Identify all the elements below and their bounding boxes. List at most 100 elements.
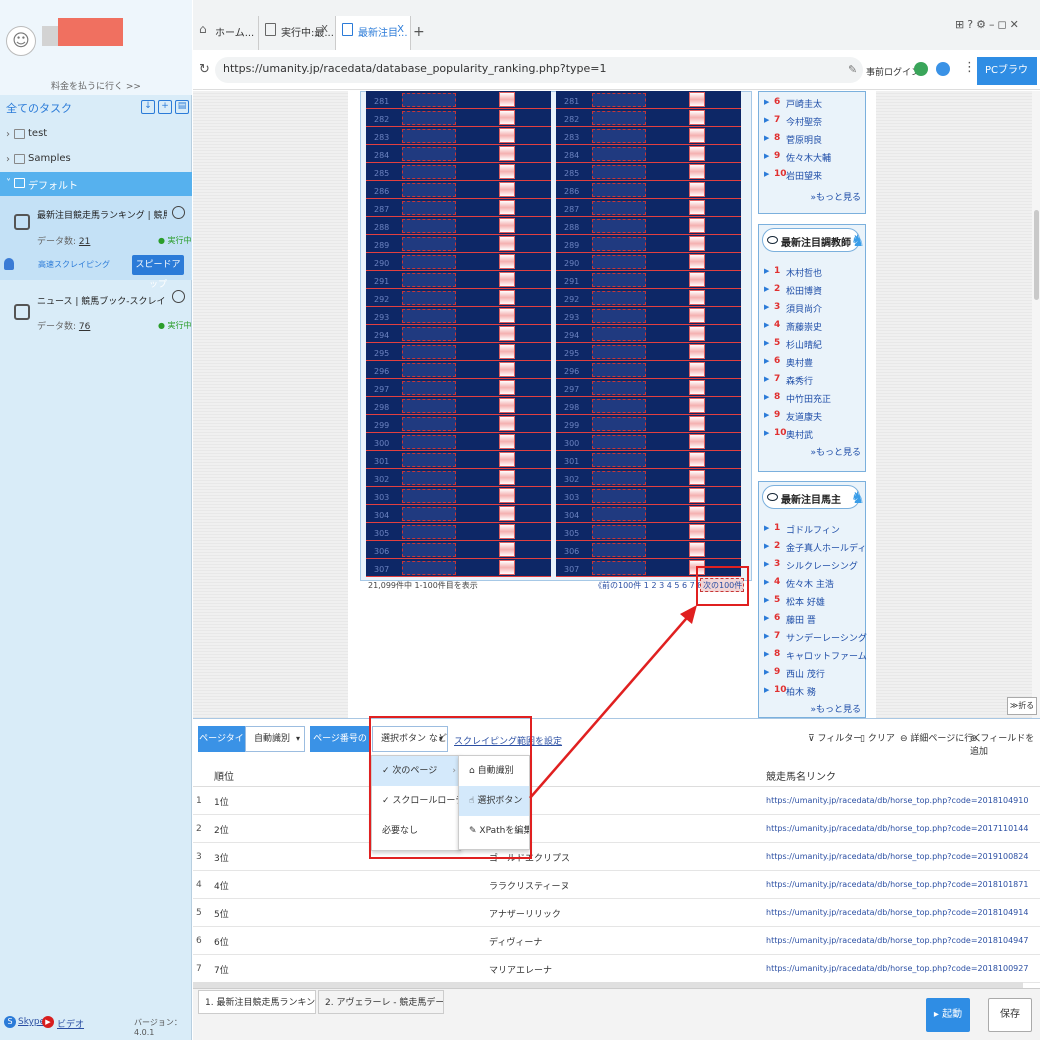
window-controls[interactable]: ⊞?⚙–◻✕	[955, 18, 1022, 31]
table-row[interactable]: 4 4位 ララクリスティーヌ https://umanity.jp/racedata/…	[193, 871, 1040, 899]
horse-name-link[interactable]	[402, 525, 456, 539]
horse-name-link[interactable]	[402, 183, 456, 197]
ranking-list-item[interactable]: ▶ 10 奥村武	[759, 425, 867, 443]
horse-name-link[interactable]	[592, 471, 646, 485]
horse-name-link[interactable]	[402, 273, 456, 287]
more-link[interactable]: »もっと見る	[810, 190, 861, 203]
ranking-list-item[interactable]: ▶ 7 サンデーレーシング	[759, 628, 867, 646]
ranking-list-item[interactable]: ▶ 5 松本 好雄	[759, 592, 867, 610]
horse-name-link[interactable]	[402, 561, 456, 575]
skype-icon[interactable]: S	[4, 1016, 16, 1028]
more-icon[interactable]: ⋮	[963, 60, 976, 75]
clear-button[interactable]: ▯ クリア	[860, 731, 895, 744]
horse-name-link[interactable]	[592, 525, 646, 539]
horse-name-link[interactable]	[402, 309, 456, 323]
horse-name-link[interactable]	[402, 93, 456, 107]
tree-folder-samples[interactable]: › Samples	[0, 148, 192, 172]
table-row[interactable]: 22位ドhttps://umanity.jp/racedata/db/horse…	[193, 815, 1040, 843]
tab-running[interactable]: 実行中:最... X	[258, 16, 334, 50]
horse-name-link[interactable]	[592, 381, 646, 395]
close-icon[interactable]: X	[397, 24, 404, 35]
more-link[interactable]: »もっと見る	[810, 702, 861, 715]
tab-active[interactable]: 最新注目... X	[335, 16, 411, 50]
horse-name-link[interactable]	[592, 165, 646, 179]
task-tab-2[interactable]: 2. アヴェラーレ - 競走馬データTO... ⊗	[318, 990, 444, 1014]
page-scrollbar[interactable]	[1032, 91, 1040, 718]
horse-name-link[interactable]	[592, 561, 646, 575]
horse-name-link[interactable]	[402, 453, 456, 467]
table-row[interactable]: 1 1位 https://umanity.jp/racedata/db/horse_…	[193, 787, 1040, 815]
horse-name-link[interactable]	[402, 471, 456, 485]
horse-name-link[interactable]	[402, 435, 456, 449]
ranking-list-item[interactable]: ▶ 2 松田博資	[759, 281, 867, 299]
ranking-list-item[interactable]: ▶ 9 友道康夫	[759, 407, 867, 425]
scroll-thumb[interactable]	[1034, 210, 1039, 300]
ranking-list-item[interactable]: ▶ 5 杉山晴紀	[759, 335, 867, 353]
horse-name-link[interactable]	[402, 399, 456, 413]
horse-name-link[interactable]	[402, 219, 456, 233]
horse-name-link[interactable]	[402, 165, 456, 179]
horse-name-link[interactable]	[402, 507, 456, 521]
close-icon[interactable]: X	[321, 24, 328, 35]
stop-icon[interactable]	[172, 290, 185, 303]
horse-name-link[interactable]	[592, 489, 646, 503]
page-type-select[interactable]: 自動識別 ▾	[245, 726, 305, 752]
horse-name-link[interactable]	[592, 183, 646, 197]
column-header[interactable]: 順位	[214, 768, 234, 783]
horse-name-link[interactable]	[402, 237, 456, 251]
horse-name-link[interactable]	[402, 291, 456, 305]
start-button[interactable]: ▸ 起動	[926, 998, 970, 1032]
ranking-list-item[interactable]: ▶ 8 菅原明良	[759, 130, 867, 148]
horse-name-link[interactable]	[592, 93, 646, 107]
ranking-list-item[interactable]: ▶ 7 今村聖奈	[759, 112, 867, 130]
info-icon[interactable]	[936, 62, 950, 76]
horse-name-link[interactable]	[402, 381, 456, 395]
reload-icon[interactable]: ↻	[199, 62, 210, 77]
horse-name-link[interactable]	[592, 543, 646, 557]
horse-name-link[interactable]	[592, 255, 646, 269]
ranking-list-item[interactable]: ▶ 8 キャロットファーム	[759, 646, 867, 664]
horse-name-link[interactable]	[402, 201, 456, 215]
next-page-link[interactable]: 次の100件》	[700, 578, 744, 592]
new-tab-button[interactable]: +	[413, 24, 425, 40]
speed-up-button[interactable]: スピードアップ	[132, 255, 184, 290]
export-icon[interactable]: ▤	[175, 100, 189, 114]
status-icon[interactable]	[914, 62, 928, 76]
video-icon[interactable]: ▶	[42, 1016, 54, 1028]
horse-name-link[interactable]	[592, 453, 646, 467]
save-button[interactable]: 保存	[988, 998, 1032, 1032]
horse-name-link[interactable]	[592, 237, 646, 251]
ranking-list-item[interactable]: ▶ 10 岩田望来	[759, 166, 867, 184]
horse-name-link[interactable]	[592, 129, 646, 143]
horse-name-link[interactable]	[402, 327, 456, 341]
horse-name-link[interactable]	[592, 309, 646, 323]
horse-name-link[interactable]	[402, 489, 456, 503]
column-header[interactable]: 競走馬名リンク	[766, 768, 836, 783]
table-row[interactable]: 7 7位 マリアエレーナ https://umanity.jp/racedata/db…	[193, 955, 1040, 983]
ranking-list-item[interactable]: ▶ 3 シルクレーシング	[759, 556, 867, 574]
pc-browser-button[interactable]: PCブラウザ ▾	[977, 57, 1037, 104]
horse-name-link[interactable]	[592, 345, 646, 359]
import-icon[interactable]: ↓	[141, 100, 155, 114]
horse-name-link[interactable]	[402, 255, 456, 269]
pre-login-link[interactable]: 事前ログイン	[866, 65, 920, 78]
horse-name-link[interactable]	[402, 363, 456, 377]
horse-name-link[interactable]	[592, 201, 646, 215]
ranking-list-item[interactable]: ▶ 8 中竹田充正	[759, 389, 867, 407]
ranking-list-item[interactable]: ▶ 9 西山 茂行	[759, 664, 867, 682]
ranking-list-item[interactable]: ▶ 3 須貝尚介	[759, 299, 867, 317]
ranking-list-item[interactable]: ▶ 1 木村哲也	[759, 263, 867, 281]
ranking-list-item[interactable]: ▶ 4 斎藤崇史	[759, 317, 867, 335]
horse-name-link[interactable]	[402, 417, 456, 431]
add-field-button[interactable]: ⊕ フィールドを追加	[970, 731, 1040, 757]
horse-name-link[interactable]	[402, 111, 456, 125]
ranking-list-item[interactable]: ▶ 6 戸崎圭太	[759, 94, 867, 112]
ranking-list-item[interactable]: ▶ 6 藤田 晋	[759, 610, 867, 628]
ranking-list-item[interactable]: ▶ 10 柏木 務	[759, 682, 867, 700]
ranking-list-item[interactable]: ▶ 6 奥村豊	[759, 353, 867, 371]
table-row[interactable]: 3 3位 ゴールドエクリプス https://umanity.jp/racedata/…	[193, 843, 1040, 871]
horse-name-link[interactable]	[402, 147, 456, 161]
new-task-icon[interactable]: +	[158, 100, 172, 114]
horse-name-link[interactable]	[402, 129, 456, 143]
table-row[interactable]: 6 6位 ディヴィーナ https://umanity.jp/racedata/db/…	[193, 927, 1040, 955]
